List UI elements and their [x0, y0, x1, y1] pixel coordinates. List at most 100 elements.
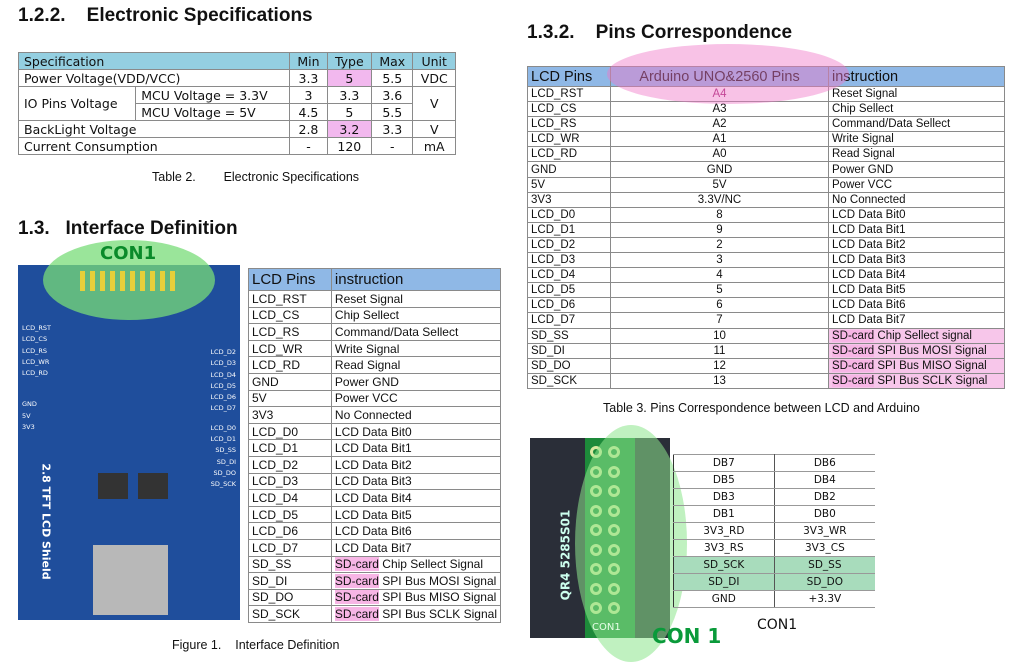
cell: LCD Data Bit0	[330, 422, 502, 441]
table-row: SD_DI SD-card SPI Bus MOSI Signal	[248, 572, 502, 590]
pin-label: SD_DO	[213, 468, 236, 477]
cell: DB5	[673, 471, 775, 489]
header-row: LCD Pins instruction	[248, 268, 502, 291]
cell: GND	[248, 372, 332, 391]
table-row: LCD_D1 9 LCD Data Bit1	[527, 221, 1005, 238]
cell: SD-card SPI Bus MISO Signal	[828, 357, 1005, 374]
cell: LCD Data Bit6	[828, 297, 1005, 314]
cell: 10	[610, 327, 829, 344]
cell: LCD_WR	[527, 131, 611, 148]
figure-caption: Figure 1. Interface Definition	[172, 638, 340, 652]
con1-title: CON1	[757, 617, 798, 633]
table-row: LCD_D4 LCD Data Bit4	[248, 489, 502, 507]
table-row: 5V Power VCC	[248, 389, 502, 408]
table-row: SD_DI SD_DO	[673, 573, 875, 591]
cell: LCD Data Bit6	[330, 522, 502, 540]
cell: DB3	[673, 488, 775, 506]
cell: Power GND	[828, 161, 1005, 178]
cell: SD_DO	[248, 588, 332, 607]
table-row: DB7 DB6	[673, 454, 875, 472]
cell: LCD_D7	[527, 312, 611, 329]
table-row: LCD_D2 2 LCD Data Bit2	[527, 236, 1005, 254]
instruction-text: SPI Bus SCLK Signal	[874, 374, 988, 387]
cell: LCD_D5	[248, 505, 332, 524]
table-row: 3V3 3.3V/NC No Connected	[527, 191, 1005, 208]
pin-label: 5V	[22, 411, 31, 420]
cell: SD_DO	[527, 357, 611, 374]
table-row: LCD_WR Write Signal	[248, 339, 502, 358]
cell: 6	[610, 297, 829, 314]
cell: 5.5	[371, 103, 414, 121]
cell: LCD_RD	[248, 356, 332, 374]
cell: LCD Data Bit1	[330, 439, 502, 457]
sd-card-tag: SD-card	[832, 329, 875, 342]
cell: SD_DI	[248, 572, 332, 590]
pin-label: SD_SS	[215, 446, 236, 455]
cell: LCD_D0	[248, 422, 332, 441]
cell: LCD Data Bit7	[330, 538, 502, 557]
pin-label: LCD_D2	[210, 348, 236, 356]
cell: IO Pins Voltage	[17, 86, 137, 121]
cell: SD_SS	[773, 556, 875, 574]
pin-label: SD_SCK	[210, 480, 236, 489]
pin-label: LCD_D1	[210, 435, 236, 444]
table-row: LCD_D3 3 LCD Data Bit3	[527, 252, 1005, 269]
cell: -	[371, 137, 414, 155]
heading-interface: 1.3. Interface Definition	[18, 218, 238, 239]
pin-label: LCD_D6	[210, 393, 236, 402]
cell: V	[412, 86, 456, 121]
cell: LCD_D6	[248, 522, 332, 540]
pin-label: LCD_RST	[22, 324, 52, 332]
cell: SD_DI	[673, 573, 775, 591]
cell: LCD_D3	[527, 252, 611, 269]
cell: 3.2	[326, 120, 373, 138]
cell: MCU Voltage = 3.3V	[135, 86, 291, 104]
pin-table: LCD Pins instruction LCD_RST Reset Signal LC…	[248, 268, 502, 623]
cell: LCD_D2	[248, 455, 332, 474]
cell: LCD_RS	[248, 323, 332, 341]
cell: 8	[610, 206, 829, 223]
pin-label: LCD_D0	[210, 423, 236, 432]
table-row: LCD_D5 5 LCD Data Bit5	[527, 282, 1005, 299]
cell: Read Signal	[828, 146, 1005, 163]
cell: SD-card SPI Bus MOSI Signal	[828, 342, 1005, 359]
spec-table: Specification Min Type Max Unit Power Voltag…	[17, 52, 456, 155]
cell: SD-card Chip Sellect signal	[828, 327, 1005, 344]
cell: 5	[610, 282, 829, 299]
cell: 3.3	[326, 86, 373, 104]
cell: SD-card SPI Bus SCLK Signal	[828, 372, 1005, 389]
cell: mA	[412, 137, 456, 155]
board-text: QR4 5285S01	[558, 509, 573, 601]
cell: 3.3	[289, 69, 328, 87]
board-con1-label: CON1	[592, 622, 621, 633]
cell: 4	[610, 267, 829, 284]
table-row: GND Power GND	[248, 372, 502, 391]
table-row: LCD_CS Chip Sellect	[248, 306, 502, 325]
table-row: LCD_RD A0 Read Signal	[527, 146, 1005, 163]
cell: 7	[610, 312, 829, 329]
table-row: LCD_D6 6 LCD Data Bit6	[527, 297, 1005, 314]
cell: DB7	[673, 454, 775, 472]
pin-label: LCD_CS	[22, 335, 48, 344]
cell: 9	[610, 221, 829, 238]
cell: Write Signal	[828, 131, 1005, 148]
cell: LCD_RD	[527, 146, 611, 163]
board-image: CON1 LCD_RST LCD_CS LCD_RS LCD_WR LCD_RD GND 5…	[18, 240, 240, 620]
cell: LCD Data Bit3	[330, 472, 502, 491]
sd-card-tag: SD-card	[832, 374, 875, 387]
cell: 4.5	[289, 103, 328, 121]
table-row: 3V3_RD 3V3_WR	[673, 522, 875, 540]
pin-label: SD_DI	[216, 457, 236, 466]
cell: 5V	[610, 176, 829, 193]
cell: Reset Signal	[330, 290, 502, 308]
table-row: SD_SCK SD-card SPI Bus SCLK Signal	[248, 605, 502, 623]
cell: Read Signal	[330, 356, 502, 374]
pin-label: LCD_RS	[22, 346, 48, 355]
sd-slot	[93, 545, 168, 615]
table-row: LCD_RD Read Signal	[248, 356, 502, 374]
pin-label: LCD_D4	[210, 370, 236, 379]
pin-label: LCD_WR	[22, 357, 50, 366]
cell: LCD Data Bit1	[828, 221, 1005, 238]
cell: 3V3_RD	[673, 522, 775, 540]
table-row: LCD_D7 LCD Data Bit7	[248, 538, 502, 557]
